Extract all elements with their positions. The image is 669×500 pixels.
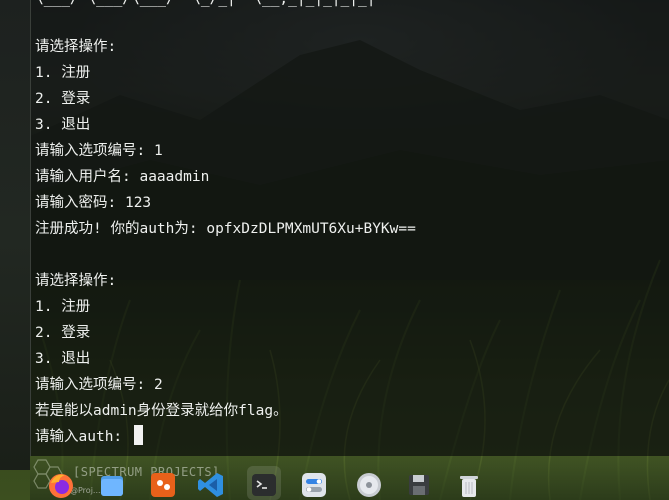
terminal-line: 请选择操作: <box>35 39 117 55</box>
terminal-line: 请输入密码: 123 <box>35 195 152 211</box>
text-cursor <box>133 425 143 445</box>
terminal-prompt-line[interactable]: 请输入auth: <box>35 424 143 450</box>
terminal-line: 1. 注册 <box>35 299 91 315</box>
terminal-line: 3. 退出 <box>35 351 91 367</box>
trash-icon[interactable] <box>454 470 484 500</box>
firefox-icon[interactable] <box>46 470 76 500</box>
terminal-line: 2. 登录 <box>35 91 91 107</box>
terminal-line: 3. 退出 <box>35 117 91 133</box>
desktop-edge <box>0 0 30 470</box>
terminal-line: 若是能以admin身份登录就给你flag。 <box>35 403 288 419</box>
terminal-window[interactable]: \___/ \___/\___/ \_/_| \__,_|_|_|_|_| 请选… <box>30 0 669 456</box>
disc-icon[interactable] <box>354 470 384 500</box>
terminal-line: 注册成功! 你的auth为: opfxDzDLPMXmUT6Xu+BYKw== <box>35 221 416 237</box>
terminal-line: 1. 注册 <box>35 65 91 81</box>
save-disk-icon[interactable] <box>404 470 434 500</box>
terminal-line: 请选择操作: <box>35 273 117 289</box>
auth-prompt: 请输入auth: <box>35 429 131 445</box>
terminal-line: 2. 登录 <box>35 325 91 341</box>
terminal-line: 请输入选项编号: 1 <box>35 143 163 159</box>
file-manager-icon[interactable] <box>97 470 127 500</box>
settings-toggle-icon[interactable] <box>299 470 329 500</box>
burp-suite-icon[interactable] <box>148 470 178 500</box>
vscode-icon[interactable] <box>196 470 226 500</box>
terminal-line: 请输入用户名: aaaadmin <box>35 169 210 185</box>
terminal-line: 请输入选项编号: 2 <box>35 377 163 393</box>
ascii-banner-line: \___/ \___/\___/ \_/_| \__,_|_|_|_|_| <box>35 0 375 12</box>
terminal-icon[interactable] <box>249 470 279 500</box>
